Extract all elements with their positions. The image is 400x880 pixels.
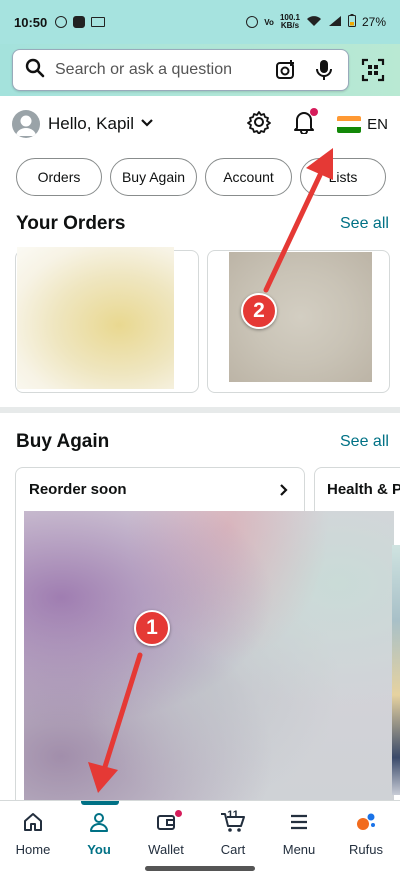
quick-links: Orders Buy Again Account Lists <box>16 158 386 196</box>
app-notification-icon <box>73 16 86 28</box>
signal-icon <box>328 15 342 30</box>
nav-cart[interactable]: 11 Cart <box>200 805 266 861</box>
nav-menu[interactable]: Menu <box>266 805 332 861</box>
home-icon <box>22 811 44 836</box>
nav-label: Wallet <box>148 842 184 857</box>
annotation-badge-1: 1 <box>134 610 170 646</box>
chip-account[interactable]: Account <box>205 158 292 196</box>
volte-icon: Vo <box>264 17 274 27</box>
search-placeholder: Search or ask a question <box>55 61 232 78</box>
avatar[interactable] <box>12 110 40 138</box>
qr-scanner-icon[interactable] <box>359 55 388 85</box>
chevron-right-icon[interactable] <box>279 483 289 502</box>
notification-bell-icon[interactable] <box>293 107 319 139</box>
system-home-indicator[interactable] <box>145 866 255 871</box>
reorder-soon-title: Reorder soon <box>29 481 127 498</box>
nav-label: Rufus <box>349 842 383 857</box>
chip-orders[interactable]: Orders <box>16 158 102 196</box>
nav-rufus[interactable]: Rufus <box>333 805 399 861</box>
message-icon <box>91 17 106 27</box>
wallet-notification-dot <box>174 809 183 818</box>
buy-again-see-all-link[interactable]: See all <box>340 433 389 451</box>
camera-search-icon[interactable] <box>274 58 298 82</box>
chip-lists[interactable]: Lists <box>300 158 386 196</box>
nav-wallet[interactable]: Wallet <box>133 805 199 861</box>
alarm-icon <box>246 16 259 28</box>
person-icon <box>88 811 110 836</box>
search-bar-area: Search or ask a question <box>0 44 400 96</box>
nav-you[interactable]: You <box>66 805 132 861</box>
greeting-text[interactable]: Hello, Kapil <box>48 114 134 134</box>
notification-dot <box>310 107 319 116</box>
language-selector[interactable]: EN <box>337 115 388 133</box>
battery-icon <box>347 14 356 30</box>
language-code: EN <box>367 115 388 133</box>
nav-label: Cart <box>220 842 246 857</box>
order-image-blurred <box>17 247 174 389</box>
battery-level: 27% <box>361 15 386 29</box>
nav-home[interactable]: Home <box>0 805 66 861</box>
your-orders-see-all-link[interactable]: See all <box>340 215 389 233</box>
product-image-partial <box>392 545 400 795</box>
section-divider <box>0 407 400 413</box>
menu-icon <box>288 811 310 836</box>
search-input[interactable]: Search or ask a question <box>12 49 349 91</box>
india-flag-icon <box>337 115 362 133</box>
settings-gear-icon[interactable] <box>247 110 272 139</box>
network-speed: 100.1 KB/s <box>279 13 300 30</box>
account-header: Hello, Kapil EN <box>0 100 400 148</box>
nav-label: Menu <box>282 842 316 857</box>
status-time: 10:50 <box>14 14 48 30</box>
microphone-icon[interactable] <box>312 58 336 82</box>
wifi-icon <box>306 15 322 30</box>
search-icon <box>25 58 45 83</box>
section-title-your-orders: Your Orders <box>16 213 126 234</box>
health-card-title: Health & P <box>327 481 400 498</box>
whatsapp-icon <box>55 16 68 28</box>
chevron-down-icon[interactable] <box>140 115 154 133</box>
nav-label: You <box>87 842 111 857</box>
section-title-buy-again: Buy Again <box>16 431 110 452</box>
annotation-badge-2: 2 <box>241 293 277 329</box>
nav-label: Home <box>15 842 51 857</box>
cart-count: 11 <box>227 809 239 821</box>
status-bar: 10:50 Vo 100.1 KB/s 27% <box>0 0 400 44</box>
rufus-icon <box>355 811 377 836</box>
chip-buy-again[interactable]: Buy Again <box>110 158 197 196</box>
product-image-blurred <box>24 511 394 800</box>
